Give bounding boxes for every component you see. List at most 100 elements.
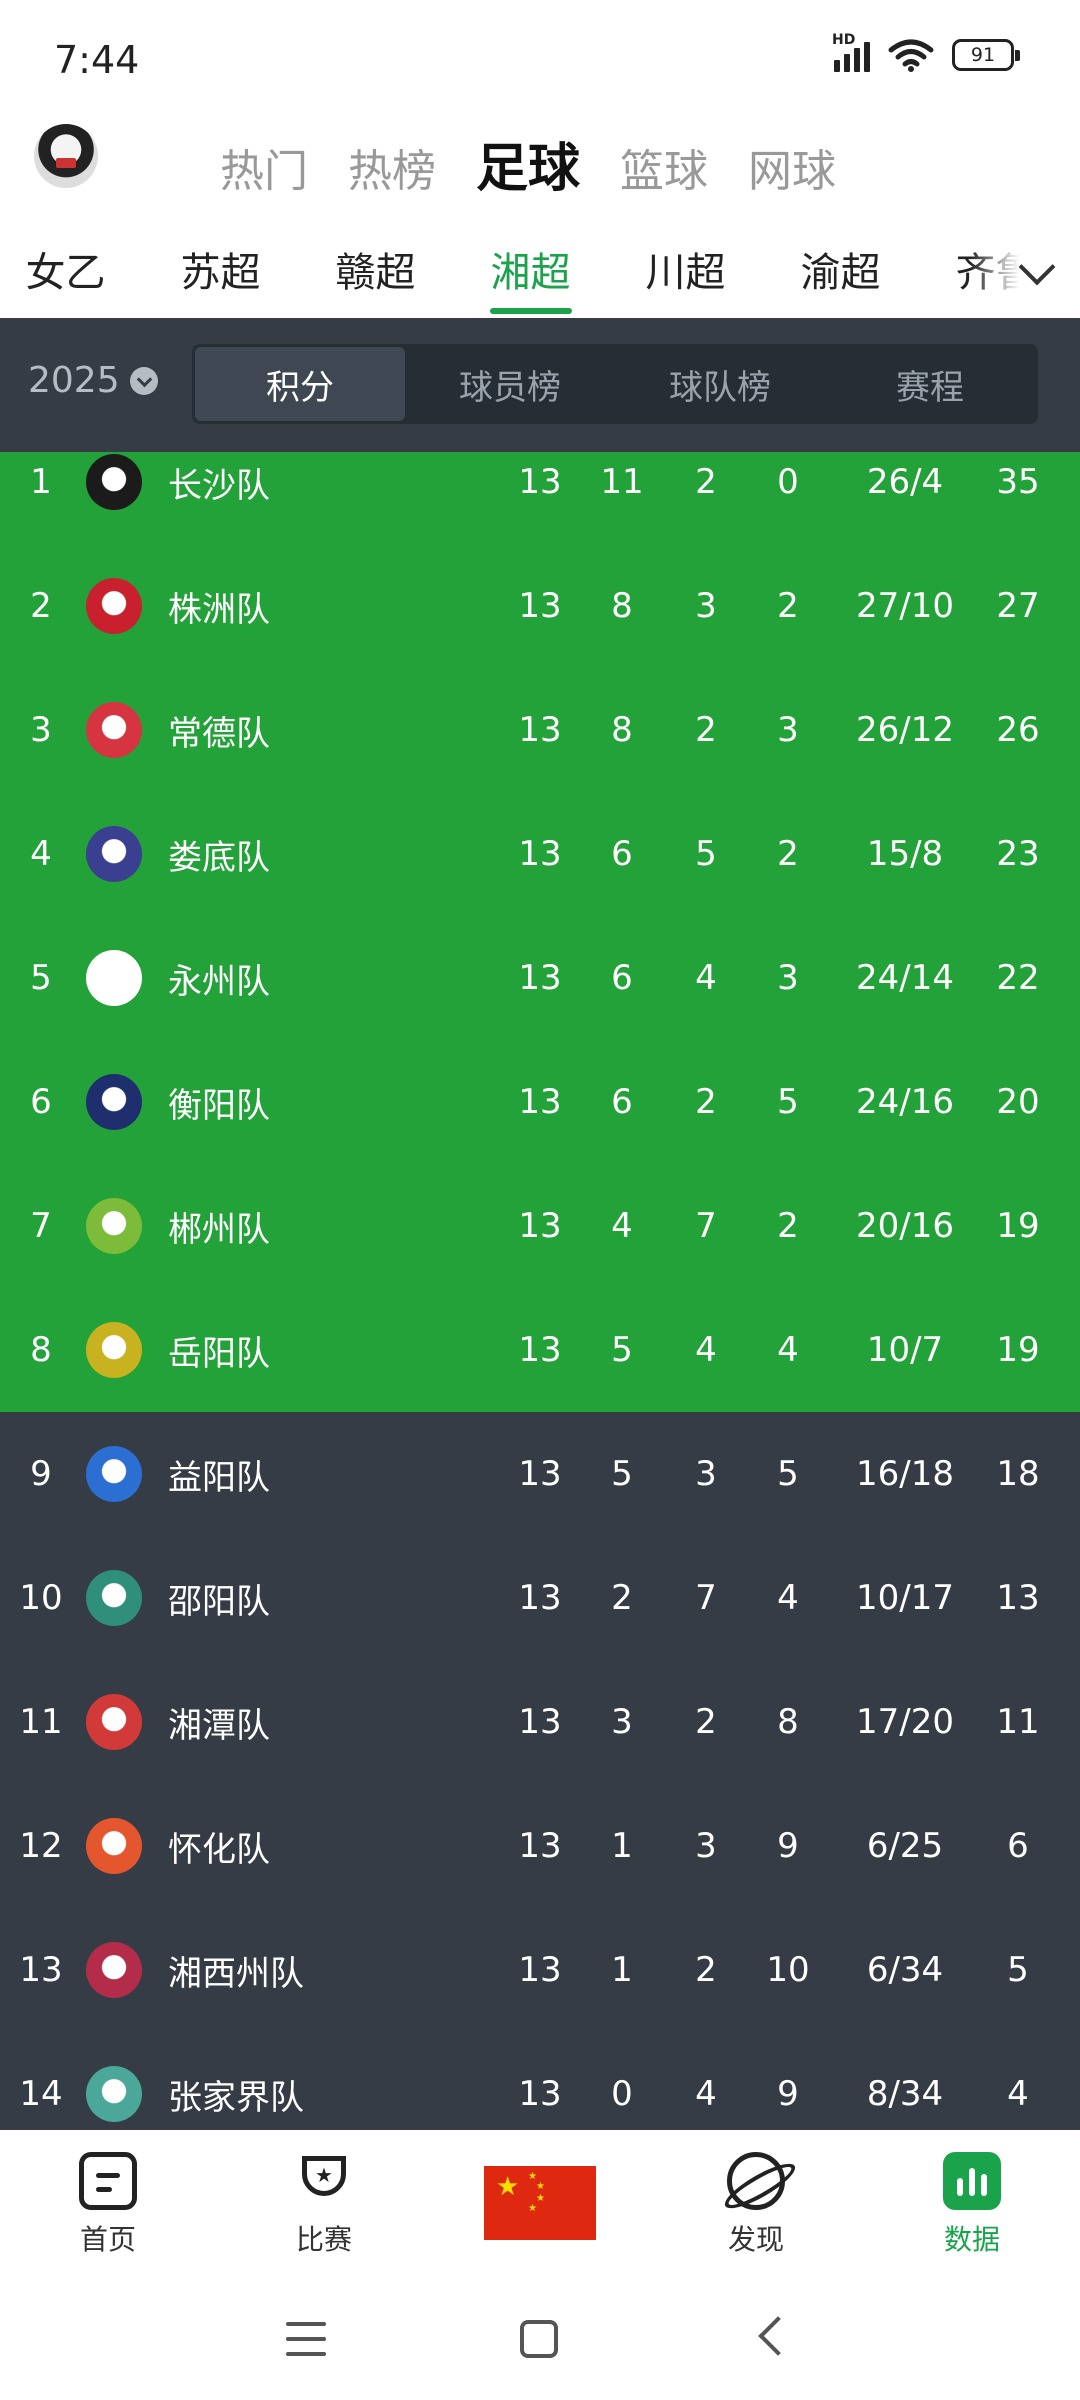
- system-back-icon[interactable]: [758, 2316, 798, 2356]
- drawn-cell: 3: [695, 1826, 717, 1866]
- won-cell: 8: [611, 710, 633, 750]
- rank-cell: 12: [19, 1826, 63, 1866]
- wifi-icon: [888, 39, 934, 72]
- bottom-nav: 首页 比赛 ★ ★ ★ ★ ★ 发现 数据: [0, 2130, 1080, 2280]
- team-name: 郴州队: [168, 1209, 270, 1250]
- played-cell: 13: [518, 1578, 562, 1618]
- battery-icon: 91: [952, 39, 1020, 71]
- goals-cell: 26/12: [856, 710, 954, 750]
- points-cell: 18: [996, 1454, 1040, 1494]
- nav-matches[interactable]: 比赛: [254, 2152, 394, 2258]
- system-home-icon[interactable]: [520, 2320, 558, 2358]
- team-logo-icon: [86, 950, 142, 1006]
- segment-tab[interactable]: 赛程: [825, 347, 1035, 421]
- table-row[interactable]: 9 益阳队 13 5 3 5 16/18 18: [0, 1412, 1080, 1536]
- signal-icon: HD: [832, 32, 870, 72]
- table-row[interactable]: 2 株洲队 13 8 3 2 27/10 27: [0, 544, 1080, 668]
- segment-tab[interactable]: 球员榜: [405, 347, 615, 421]
- points-cell: 19: [996, 1330, 1040, 1370]
- rank-cell: 11: [19, 1702, 63, 1742]
- team-logo-icon: [86, 1942, 142, 1998]
- goals-cell: 15/8: [866, 834, 944, 874]
- rank-cell: 14: [19, 2074, 63, 2114]
- drawn-cell: 2: [695, 1702, 717, 1742]
- table-row[interactable]: 11 湘潭队 13 3 2 8 17/20 11: [0, 1660, 1080, 1784]
- rank-cell: 1: [30, 462, 52, 502]
- table-row[interactable]: 8 岳阳队 13 5 4 4 10/7 19: [0, 1288, 1080, 1412]
- nav-discover[interactable]: 发现: [686, 2152, 826, 2258]
- table-row[interactable]: 13 湘西州队 13 1 2 10 6/34 5: [0, 1908, 1080, 2032]
- table-row[interactable]: 6 衡阳队 13 6 2 5 24/16 20: [0, 1040, 1080, 1164]
- league-tab[interactable]: 苏超: [143, 240, 298, 300]
- rank-cell: 10: [19, 1578, 63, 1618]
- drawn-cell: 2: [695, 1082, 717, 1122]
- league-tab[interactable]: 湘超: [453, 240, 608, 300]
- league-tab[interactable]: 渝超: [763, 240, 918, 300]
- points-cell: 19: [996, 1206, 1040, 1246]
- league-tab[interactable]: 川超: [608, 240, 763, 300]
- played-cell: 13: [518, 1206, 562, 1246]
- team-logo-icon: [86, 454, 142, 510]
- league-tab[interactable]: 女乙: [0, 240, 143, 300]
- sport-tab[interactable]: 网球: [748, 135, 836, 199]
- status-time: 7:44: [54, 38, 140, 82]
- nav-matches-label: 比赛: [295, 2223, 352, 2256]
- goals-cell: 16/18: [856, 1454, 954, 1494]
- nav-data-label: 数据: [943, 2223, 1000, 2256]
- drawn-cell: 7: [695, 1578, 717, 1618]
- user-avatar[interactable]: [34, 124, 98, 188]
- sport-tab[interactable]: 足球: [476, 126, 580, 201]
- team-logo-icon: [86, 1446, 142, 1502]
- season-selector[interactable]: 2025: [28, 360, 158, 401]
- league-tabs: 女乙苏超赣超湘超川超渝超齐鲁: [0, 240, 1073, 300]
- points-cell: 23: [996, 834, 1040, 874]
- sport-tab[interactable]: 篮球: [620, 135, 708, 199]
- lost-cell: 4: [777, 1578, 799, 1618]
- table-row[interactable]: 1 长沙队 13 11 2 0 26/4 35: [0, 452, 1080, 544]
- rank-cell: 9: [30, 1454, 52, 1494]
- table-row[interactable]: 10 邵阳队 13 2 7 4 10/17 13: [0, 1536, 1080, 1660]
- points-cell: 22: [996, 958, 1040, 998]
- goals-cell: 20/16: [856, 1206, 954, 1246]
- points-cell: 35: [996, 462, 1040, 502]
- team-name: 湘西州队: [168, 1953, 304, 1994]
- league-tab[interactable]: 赣超: [298, 240, 453, 300]
- lost-cell: 9: [777, 1826, 799, 1866]
- table-row[interactable]: 14 张家界队 13 0 4 9 8/34 4: [0, 2032, 1080, 2130]
- system-nav-bar: [0, 2280, 1080, 2400]
- points-cell: 6: [1007, 1826, 1029, 1866]
- china-flag-icon[interactable]: ★ ★ ★ ★ ★: [484, 2166, 596, 2240]
- team-name: 衡阳队: [168, 1085, 270, 1126]
- played-cell: 13: [518, 1082, 562, 1122]
- sport-tab[interactable]: 热门: [220, 135, 308, 199]
- segment-tab[interactable]: 积分: [195, 347, 405, 421]
- lost-cell: 2: [777, 1206, 799, 1246]
- drawn-cell: 4: [695, 1330, 717, 1370]
- goals-cell: 24/14: [856, 958, 954, 998]
- played-cell: 13: [518, 586, 562, 626]
- table-row[interactable]: 5 永州队 13 6 4 3 24/14 22: [0, 916, 1080, 1040]
- goals-cell: 6/25: [866, 1826, 944, 1866]
- recent-apps-icon[interactable]: [286, 2322, 326, 2356]
- team-logo-icon: [86, 826, 142, 882]
- table-row[interactable]: 7 郴州队 13 4 7 2 20/16 19: [0, 1164, 1080, 1288]
- drawn-cell: 5: [695, 834, 717, 874]
- nav-home[interactable]: 首页: [38, 2152, 178, 2258]
- nav-data[interactable]: 数据: [902, 2152, 1042, 2258]
- segment-tab[interactable]: 球队榜: [615, 347, 825, 421]
- won-cell: 6: [611, 1082, 633, 1122]
- table-row[interactable]: 3 常德队 13 8 2 3 26/12 26: [0, 668, 1080, 792]
- standings-filter-bar: 2025 积分 球员榜 球队榜 赛程: [0, 318, 1080, 452]
- sport-tab[interactable]: 热榜: [348, 135, 436, 199]
- played-cell: 13: [518, 2074, 562, 2114]
- team-name: 永州队: [168, 961, 270, 1002]
- drawn-cell: 2: [695, 1950, 717, 1990]
- battery-level: 91: [970, 44, 996, 66]
- goals-cell: 27/10: [856, 586, 954, 626]
- team-logo-icon: [86, 1818, 142, 1874]
- drawn-cell: 7: [695, 1206, 717, 1246]
- team-logo-icon: [86, 1074, 142, 1130]
- table-row[interactable]: 12 怀化队 13 1 3 9 6/25 6: [0, 1784, 1080, 1908]
- table-row[interactable]: 4 娄底队 13 6 5 2 15/8 23: [0, 792, 1080, 916]
- lost-cell: 2: [777, 834, 799, 874]
